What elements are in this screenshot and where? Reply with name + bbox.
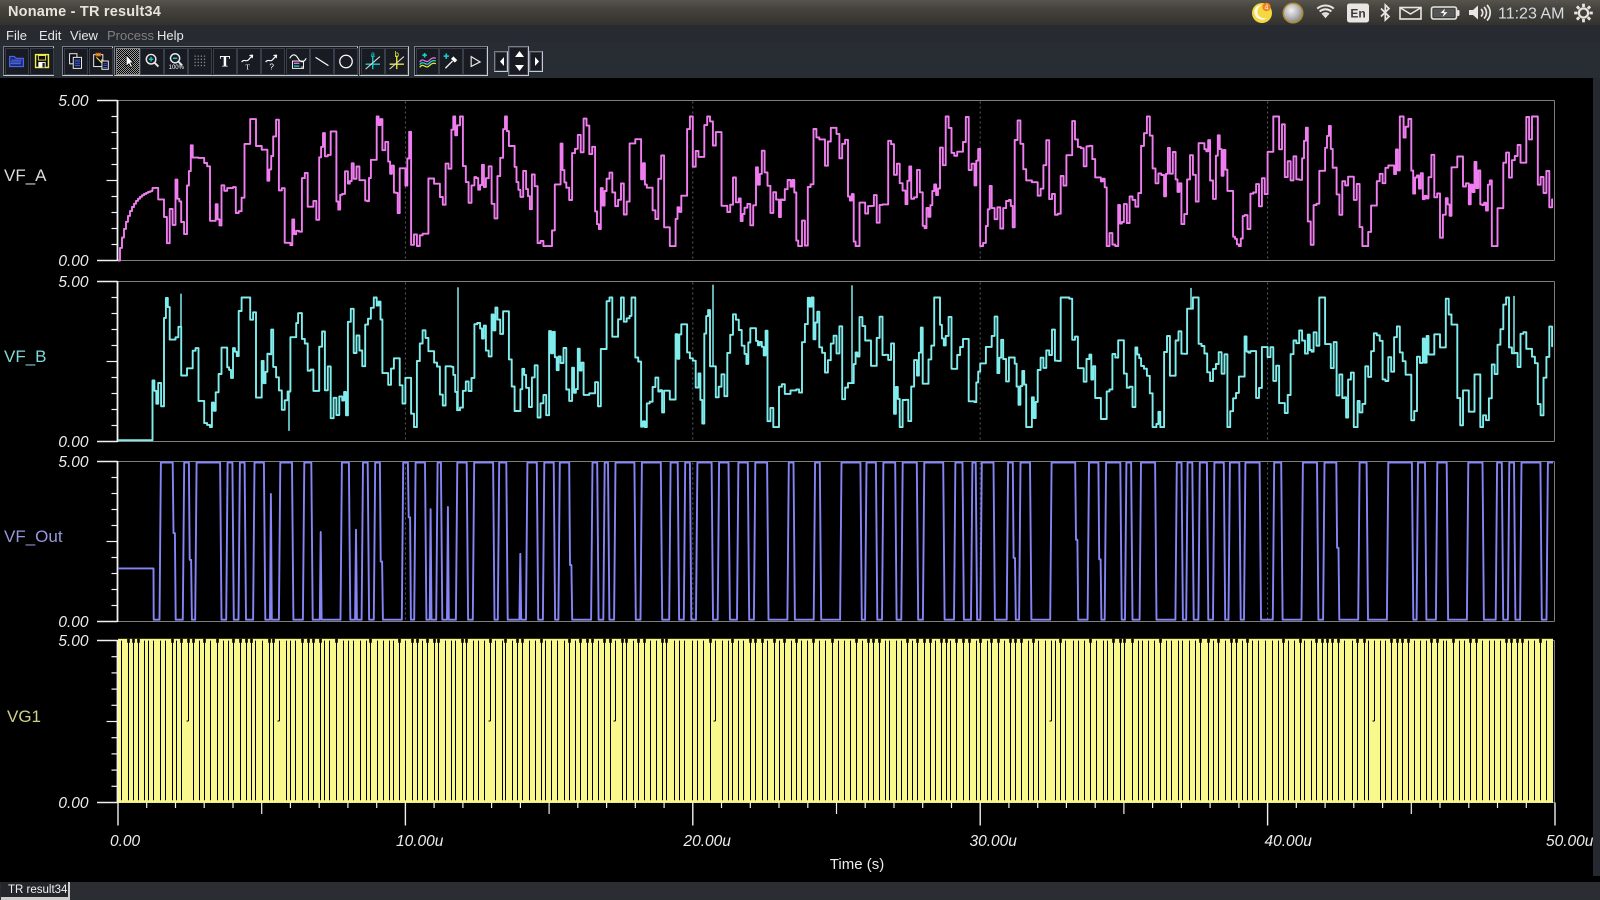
svg-text:30.00u: 30.00u: [970, 833, 1018, 850]
svg-text:T: T: [245, 62, 250, 71]
svg-text:0.00: 0.00: [58, 253, 89, 270]
svg-text:11:23 AM: 11:23 AM: [1498, 6, 1564, 23]
svg-text:50.00u: 50.00u: [1546, 833, 1594, 850]
svg-text:Time (s): Time (s): [830, 856, 884, 873]
svg-text:5.00: 5.00: [58, 454, 89, 471]
svg-text:?: ?: [270, 62, 275, 71]
svg-text:VG1: VG1: [7, 707, 41, 726]
svg-text:4: 4: [1265, 5, 1269, 12]
svg-text:b: b: [394, 50, 399, 59]
svg-text:5.00: 5.00: [58, 93, 89, 110]
svg-text:0.00: 0.00: [58, 434, 89, 451]
svg-text:10.00u: 10.00u: [396, 833, 444, 850]
svg-text:0.00: 0.00: [58, 795, 89, 812]
svg-text:VF_Out: VF_Out: [4, 527, 63, 546]
svg-text:VF_B: VF_B: [4, 347, 47, 366]
svg-text:VF_A: VF_A: [4, 166, 47, 185]
svg-text:En: En: [1350, 7, 1365, 21]
svg-text:20.00u: 20.00u: [683, 833, 732, 850]
svg-text:a: a: [371, 50, 376, 59]
svg-text:0.00: 0.00: [58, 614, 89, 631]
svg-text:5.00: 5.00: [58, 274, 89, 291]
svg-text:5.00: 5.00: [58, 633, 89, 650]
svg-text:T: T: [219, 53, 230, 70]
svg-text:100%: 100%: [169, 64, 185, 70]
svg-text:40.00u: 40.00u: [1265, 833, 1313, 850]
svg-text:0.00: 0.00: [110, 833, 141, 850]
